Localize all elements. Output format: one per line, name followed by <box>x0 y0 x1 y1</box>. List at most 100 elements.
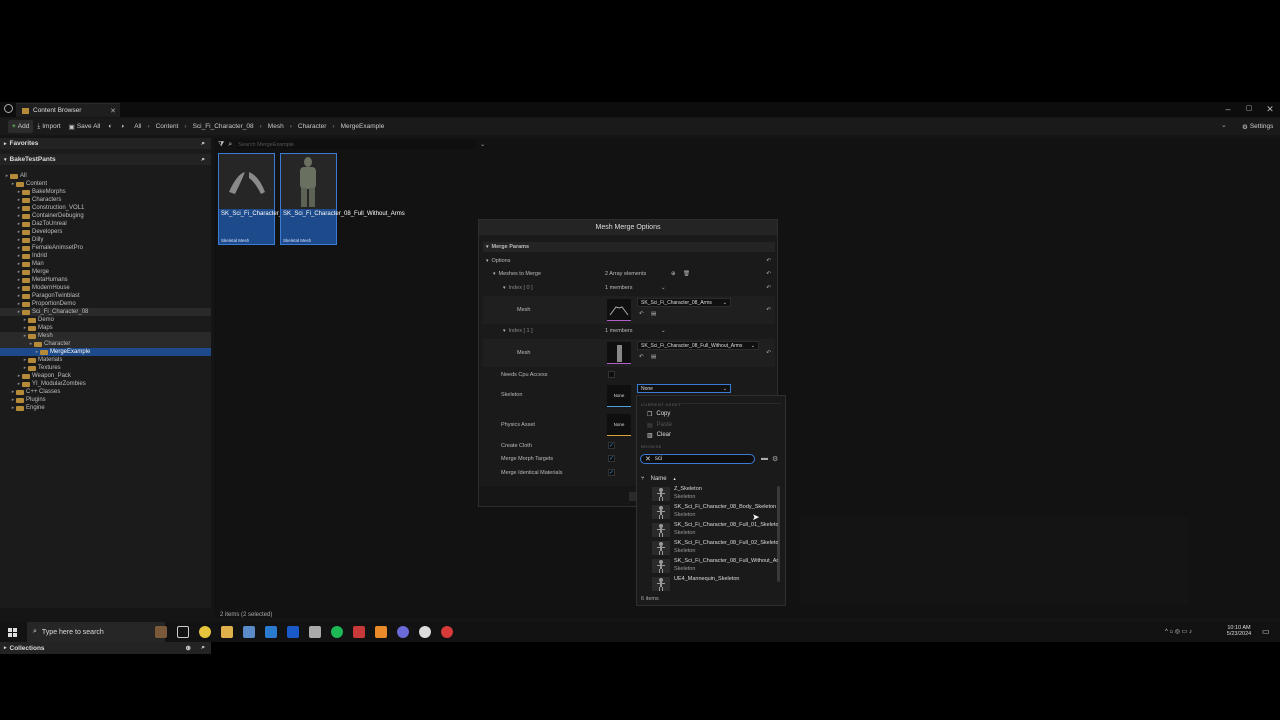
asset-tile[interactable]: SK_Sci_Fi_Character_08_Full_Without_Arms… <box>280 153 405 245</box>
breadcrumb-scifi[interactable]: Sci_Fi_Character_08 <box>193 123 254 130</box>
filter-icon[interactable]: ⧩ <box>218 141 224 149</box>
save-all-button[interactable]: ▣ Save All <box>65 120 105 133</box>
search-icon[interactable]: ⌕ <box>201 156 205 164</box>
clear-search-icon[interactable]: ✕ <box>645 455 651 463</box>
asset-picker-item[interactable]: SK_Sci_Fi_Character_08_Body_Skeleton Skel… <box>652 503 780 521</box>
clear-menu-item[interactable]: ▥ Clear <box>647 432 671 439</box>
folder-tree-item[interactable]: ▸ Indrid <box>0 252 211 260</box>
obs-icon[interactable] <box>441 626 453 638</box>
reset-icon[interactable]: ↶ <box>766 271 771 277</box>
view-options-icon[interactable]: ⑂ <box>641 476 645 482</box>
breadcrumb-content[interactable]: Content <box>156 123 179 130</box>
clock[interactable]: 10:10 AM 5/23/2024 <box>1222 625 1256 637</box>
folder-tree-item[interactable]: ▸ ParagonTwinblast <box>0 292 211 300</box>
asset-picker-item[interactable]: SK_Sci_Fi_Character_08_Full_01_Skeleton S… <box>652 521 780 539</box>
unreal-engine-icon[interactable] <box>419 626 431 638</box>
skeleton-dropdown[interactable]: None ⌄ <box>637 384 731 393</box>
mesh-0-dropdown[interactable]: SK_Sci_Fi_Character_08_Arms ⌄ <box>637 298 731 307</box>
folder-tree-item[interactable]: ▸ Developers <box>0 228 211 236</box>
app-icon[interactable] <box>353 626 365 638</box>
reset-icon[interactable]: ↶ <box>766 258 771 264</box>
gear-icon[interactable]: ⚙ <box>772 455 778 463</box>
chrome-icon[interactable] <box>199 626 211 638</box>
folder-tree-item[interactable]: ▸ Weapon_Pack <box>0 372 211 380</box>
folder-tree-item[interactable]: ▸ FemaleAnimsetPro <box>0 244 211 252</box>
app-icon[interactable] <box>243 626 255 638</box>
folder-tree-item[interactable]: ▸ ProportionDemo <box>0 300 211 308</box>
breadcrumb-mesh[interactable]: Mesh <box>268 123 284 130</box>
vscode-icon[interactable] <box>265 626 277 638</box>
blender-icon[interactable] <box>375 626 387 638</box>
chevron-down-icon[interactable]: ⌄ <box>480 141 485 148</box>
needs-cpu-checkbox[interactable] <box>608 371 615 378</box>
favorites-header[interactable]: ▸ Favorites ⌕ <box>0 138 211 149</box>
folder-tree-item[interactable]: ▸ Dilly <box>0 236 211 244</box>
folder-tree-item[interactable]: ▸ BakeMorphs <box>0 188 211 196</box>
collections-header[interactable]: ▸ Collections ⊕ ⌕ <box>0 642 211 654</box>
folder-icon[interactable]: ▬ <box>761 455 768 462</box>
notification-icon[interactable]: ▭ <box>1262 627 1270 636</box>
column-header[interactable]: ⑂ Name ▲ <box>641 474 781 483</box>
folder-tree-item[interactable]: ▸ Engine <box>0 404 211 412</box>
history-back-icon[interactable]: ◐ <box>104 120 116 133</box>
folder-tree-item[interactable]: ▸ MetaHumans <box>0 276 211 284</box>
maps-icon[interactable] <box>287 626 299 638</box>
folder-tree-item[interactable]: ▸ Sci_Fi_Character_08 <box>0 308 211 316</box>
browse-icon[interactable]: ↶ <box>639 311 644 317</box>
folder-tree-item[interactable]: ▸ YI_ModularZombies <box>0 380 211 388</box>
chevron-down-icon[interactable]: ⌄ <box>661 285 666 291</box>
import-button[interactable]: ⤓ Import <box>33 120 64 133</box>
folder-tree-item[interactable]: ▸ Mesh <box>0 332 211 340</box>
search-icon[interactable]: ⌕ <box>201 644 205 652</box>
copy-menu-item[interactable]: ❐ Copy <box>647 411 670 418</box>
breadcrumb-character[interactable]: Character <box>298 123 327 130</box>
add-element-icon[interactable]: ⊕ <box>671 271 676 277</box>
task-view-icon[interactable] <box>177 626 189 638</box>
reset-icon[interactable]: ↶ <box>766 350 771 356</box>
folder-tree-item[interactable]: ▸ Maps <box>0 324 211 332</box>
asset-picker-item[interactable]: Z_Skeleton Skeleton <box>652 485 780 503</box>
tab-content-browser[interactable]: Content Browser ✕ <box>16 103 120 117</box>
add-button[interactable]: + Add <box>8 120 34 133</box>
folder-tree-item[interactable]: ▸ Content <box>0 180 211 188</box>
windows-start-icon[interactable] <box>8 627 17 637</box>
trash-icon[interactable]: 🗑 <box>683 271 690 277</box>
add-collection-icon[interactable]: ⊕ <box>186 644 191 652</box>
folder-tree-item[interactable]: ▸ Characters <box>0 196 211 204</box>
search-icon[interactable]: ⌕ <box>201 140 205 148</box>
spotify-icon[interactable] <box>331 626 343 638</box>
folder-tree-item[interactable]: ▸ Materials <box>0 356 211 364</box>
app-icon[interactable] <box>309 626 321 638</box>
breadcrumb-all[interactable]: All <box>134 123 141 130</box>
discord-icon[interactable] <box>397 626 409 638</box>
folder-tree-item[interactable]: ▸ C++ Classes <box>0 388 211 396</box>
folder-tree-item[interactable]: ▸ Character <box>0 340 211 348</box>
minimize-icon[interactable]: – <box>1222 103 1234 115</box>
close-tab-icon[interactable]: ✕ <box>110 107 116 115</box>
asset-picker-item[interactable]: SK_Sci_Fi_Character_08_Full_02_Skeleton S… <box>652 539 780 557</box>
asset-search-input[interactable]: ✕ sci <box>640 454 755 464</box>
close-icon[interactable]: ✕ <box>1264 103 1276 115</box>
merge-morph-checkbox[interactable]: ✓ <box>608 455 615 462</box>
mesh-1-dropdown[interactable]: SK_Sci_Fi_Character_08_Full_Without_Arms… <box>637 341 759 350</box>
chevron-down-icon[interactable]: ⌄ <box>661 328 666 334</box>
folder-tree-item[interactable]: ▸ Construction_VOL1 <box>0 204 211 212</box>
find-in-browser-icon[interactable]: ▤ <box>651 354 656 360</box>
folder-tree-item[interactable]: ▸ All <box>0 172 211 180</box>
history-forward-icon[interactable]: ◑ <box>116 120 128 133</box>
search-input[interactable]: Search MergeExample <box>236 140 477 149</box>
reset-icon[interactable]: ↶ <box>766 307 771 313</box>
breadcrumb-mergeexample[interactable]: MergeExample <box>341 123 385 130</box>
options-row[interactable]: ▾ Options ↶ <box>483 256 775 265</box>
folder-tree-item[interactable]: ▸ Demo <box>0 316 211 324</box>
folder-tree-item[interactable]: ▸ DazToUnreal <box>0 220 211 228</box>
settings-button[interactable]: ⚙ Settings <box>1238 120 1277 133</box>
asset-picker-item[interactable]: UE4_Mannequin_Skeleton <box>652 575 780 593</box>
paste-menu-item[interactable]: ▤ Paste <box>647 422 672 429</box>
asset-picker-item[interactable]: SK_Sci_Fi_Character_08_Full_Without_Arms… <box>652 557 780 575</box>
reset-icon[interactable]: ↶ <box>766 285 771 291</box>
system-tray-icons[interactable]: ^ ⌂ ◎ ▭ ♪ <box>1165 628 1192 635</box>
browse-icon[interactable]: ↶ <box>639 354 644 360</box>
maximize-icon[interactable]: ▢ <box>1243 103 1255 115</box>
chevron-down-icon[interactable]: ⌄ <box>1221 121 1227 129</box>
